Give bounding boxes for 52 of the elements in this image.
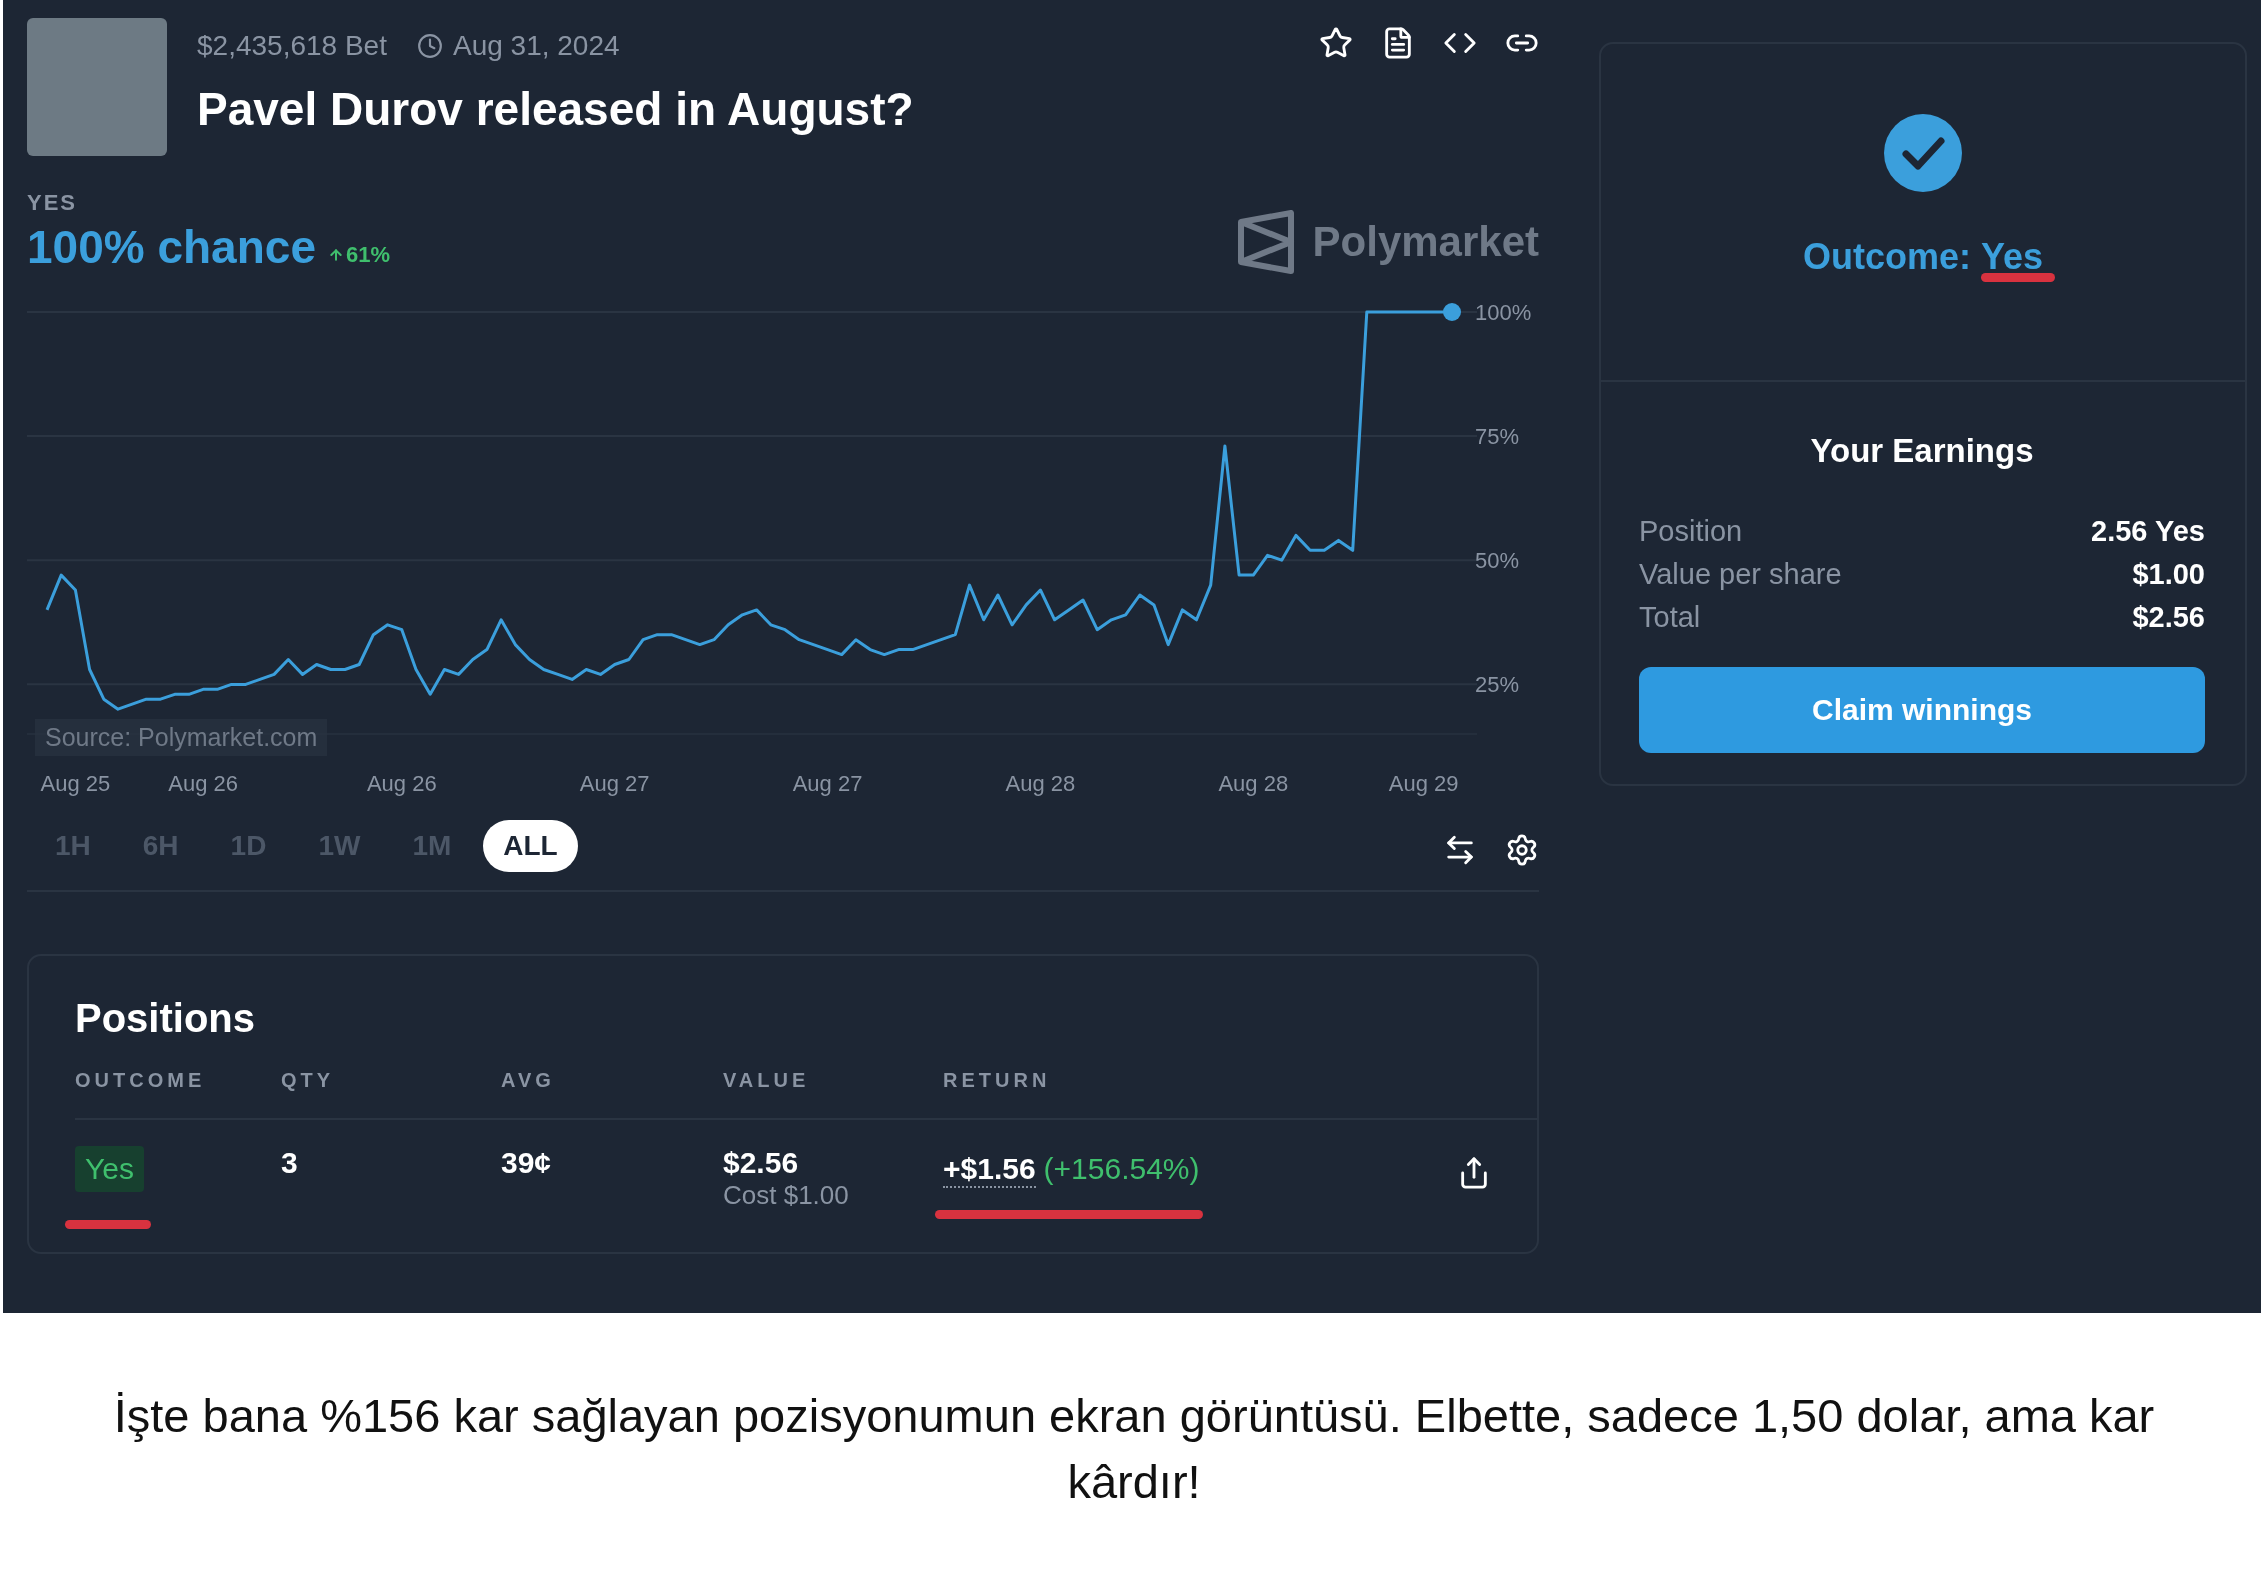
x-axis-label: Aug 29 — [1388, 771, 1459, 796]
brand-name: Polymarket — [1312, 218, 1539, 266]
outcome-label: YES — [27, 190, 79, 216]
arrow-up-icon — [327, 247, 344, 263]
earnings-label: Position — [1639, 514, 1743, 549]
time-range-tab[interactable]: ALL — [483, 820, 578, 872]
outcome-badge: Yes — [75, 1146, 144, 1192]
x-axis-label: Aug 28 — [1218, 771, 1289, 796]
column-header: RETURN — [943, 1069, 1457, 1120]
x-axis-label: Aug 28 — [1005, 771, 1076, 796]
return-value: +$1.56 — [943, 1152, 1036, 1188]
outcome-value: Yes — [1980, 236, 2044, 278]
outcome-label: Outcome: — [1802, 236, 1971, 278]
earnings-value: $1.00 — [2132, 557, 2205, 592]
cost-text: Cost $1.00 — [723, 1180, 849, 1211]
earnings-label: Value per share — [1639, 557, 1842, 592]
table-cell: 3 — [281, 1146, 298, 1180]
star-icon[interactable] — [1319, 26, 1353, 60]
earnings-title: Your Earnings — [1809, 432, 2035, 470]
claim-winnings-button[interactable]: Claim winnings — [1639, 667, 2205, 753]
change-value: 61% — [345, 242, 390, 268]
column-header: QTY — [281, 1069, 501, 1120]
column-header: VALUE — [723, 1069, 943, 1120]
column-header: OUTCOME — [75, 1069, 281, 1120]
earnings-label: Total — [1639, 600, 1701, 635]
end-point — [1443, 303, 1461, 321]
x-axis-label: Aug 27 — [579, 771, 650, 796]
table-cell: 39¢ — [501, 1146, 552, 1180]
earnings-value: 2.56 Yes — [2091, 514, 2205, 549]
volume-text: $2,435,618 Bet — [197, 30, 387, 62]
x-axis-label: Aug 27 — [792, 771, 863, 796]
settings-icon[interactable] — [1505, 833, 1539, 867]
chance-value: 100% chance — [27, 220, 316, 274]
x-axis-label: Aug 26 — [168, 771, 238, 796]
chart-source: Source: Polymarket.com — [35, 719, 328, 756]
end-date: Aug 31, 2024 — [452, 30, 620, 62]
clock-icon — [416, 33, 443, 59]
logo-icon — [1236, 210, 1295, 274]
y-axis-label: 25% — [1475, 672, 1520, 698]
x-axis-label: Aug 25 — [40, 771, 111, 796]
column-header: AVG — [501, 1069, 723, 1120]
earnings-value: $2.56 — [2132, 600, 2205, 635]
x-axis-label: Aug 26 — [366, 771, 437, 796]
positions-title: Positions — [75, 996, 257, 1041]
y-axis-label: 75% — [1475, 424, 1520, 450]
caption-text: İşte bana %156 kar sağlayan pozisyonumun ekran görüntüsü. Elbette, sadece 1,50 dolar, ama kar kârdır! — [112, 1388, 2156, 1510]
return-percent: (+156.54%) — [1043, 1152, 1200, 1187]
check-circle-icon — [1884, 114, 1962, 192]
y-axis-label: 50% — [1475, 548, 1520, 574]
market-title: Pavel Durov released in August? — [197, 82, 915, 136]
table-cell: $2.56 — [723, 1146, 799, 1180]
y-axis-label: 100% — [1475, 300, 1532, 325]
